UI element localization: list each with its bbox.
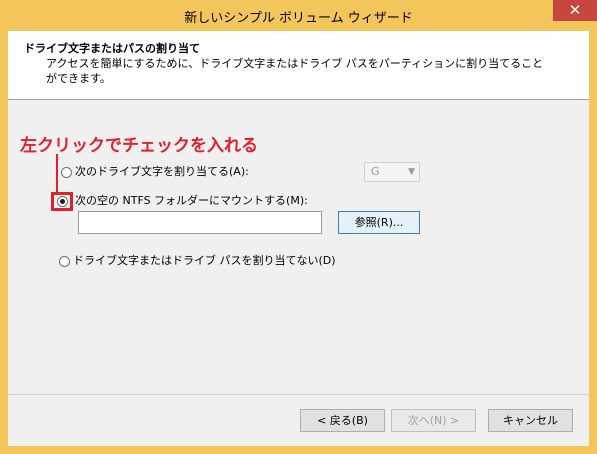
drive-letter-select[interactable]: G ▼ (364, 162, 420, 182)
back-button[interactable]: < 戻る(B) (300, 409, 385, 432)
close-icon: ✕ (568, 1, 582, 19)
browse-button[interactable]: 参照(R)... (338, 211, 420, 234)
assign-letter-label[interactable]: 次のドライブ文字を割り当てる(A): (75, 164, 249, 180)
no-assign-radio[interactable] (59, 256, 70, 267)
wizard-window: 新しいシンプル ボリューム ウィザード ✕ ドライブ文字またはパスの割り当て ア… (0, 0, 597, 454)
mount-folder-label[interactable]: 次の空の NTFS フォルダーにマウントする(M): (75, 193, 308, 209)
annotation-line (56, 154, 58, 194)
drive-letter-value: G (371, 165, 380, 178)
chevron-down-icon: ▼ (408, 167, 415, 177)
wizard-header: ドライブ文字またはパスの割り当て アクセスを簡単にするために、ドライブ文字または… (8, 31, 589, 100)
footer-divider (8, 394, 589, 395)
page-description: アクセスを簡単にするために、ドライブ文字またはドライブ パスをパーティションに割… (46, 57, 544, 85)
mount-path-input[interactable] (78, 211, 322, 234)
annotation-highlight-box (51, 192, 73, 211)
page-title: ドライブ文字またはパスの割り当て (24, 42, 200, 55)
no-assign-label[interactable]: ドライブ文字またはドライブ パスを割り当てない(D) (73, 253, 336, 269)
assign-letter-radio[interactable] (61, 167, 72, 178)
close-button[interactable]: ✕ (553, 0, 597, 21)
next-button[interactable]: 次へ(N) > (391, 409, 476, 432)
title-bar[interactable]: 新しいシンプル ボリューム ウィザード ✕ (0, 0, 597, 31)
cancel-button[interactable]: キャンセル (488, 409, 573, 432)
window-title: 新しいシンプル ボリューム ウィザード (184, 11, 413, 26)
wizard-body: ドライブ文字またはパスの割り当て アクセスを簡単にするために、ドライブ文字または… (8, 31, 589, 446)
annotation-text: 左クリックでチェックを入れる (20, 136, 258, 156)
